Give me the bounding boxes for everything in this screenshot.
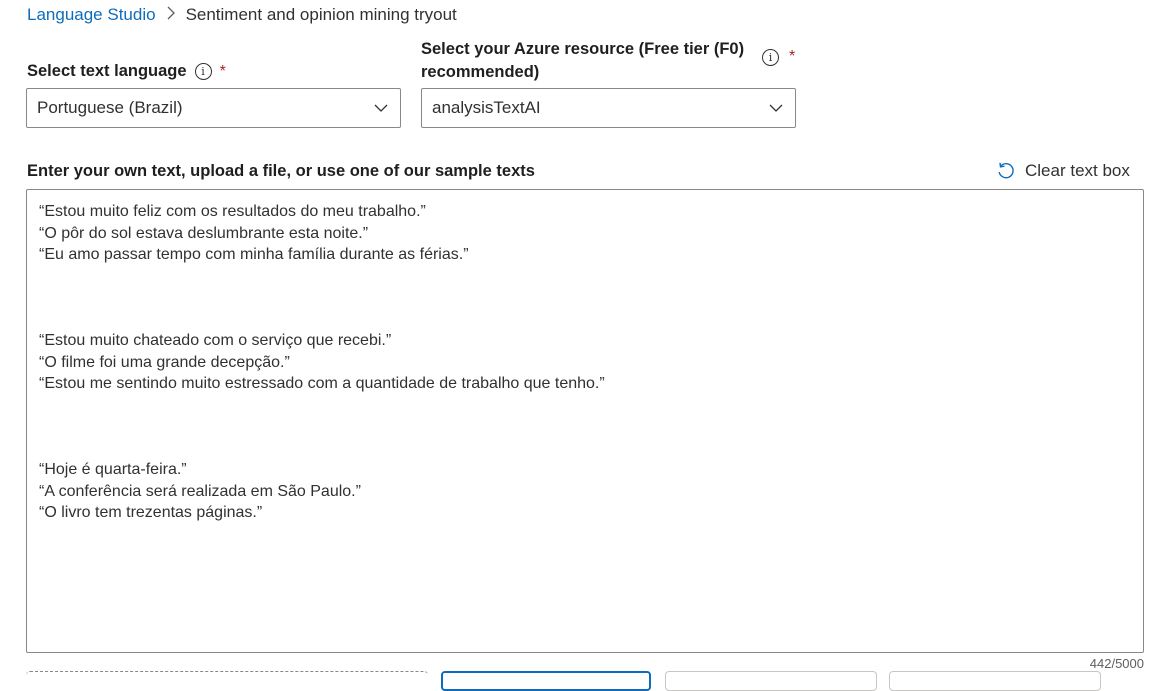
clear-text-box-button[interactable]: Clear text box bbox=[996, 161, 1130, 181]
chevron-right-icon bbox=[166, 6, 176, 24]
breadcrumb: Language Studio Sentiment and opinion mi… bbox=[27, 5, 457, 25]
upload-file-button[interactable] bbox=[26, 671, 428, 691]
resource-label: Select your Azure resource (Free tier (F… bbox=[421, 38, 744, 84]
clear-text-box-label: Clear text box bbox=[1025, 161, 1130, 180]
text-input-label: Enter your own text, upload a file, or u… bbox=[27, 162, 535, 180]
language-label-row: Select text language i * bbox=[27, 60, 226, 83]
breadcrumb-language-studio-link[interactable]: Language Studio bbox=[27, 5, 156, 25]
required-marker: * bbox=[789, 48, 796, 65]
language-dropdown-value: Portuguese (Brazil) bbox=[37, 98, 183, 117]
info-icon[interactable]: i bbox=[762, 49, 779, 66]
language-dropdown[interactable]: Portuguese (Brazil) bbox=[26, 88, 401, 128]
character-counter: 442/5000 bbox=[1089, 656, 1144, 671]
text-input-area[interactable]: “Estou muito feliz com os resultados do … bbox=[26, 189, 1144, 653]
resource-label-line2: recommended) bbox=[421, 63, 540, 81]
chevron-down-icon bbox=[374, 104, 388, 112]
info-icon[interactable]: i bbox=[194, 63, 212, 80]
sample-text-button[interactable] bbox=[665, 671, 877, 691]
undo-icon bbox=[998, 162, 1014, 179]
resource-dropdown-value: analysisTextAI bbox=[432, 98, 541, 117]
resource-dropdown[interactable]: analysisTextAI bbox=[421, 88, 796, 128]
language-label: Select text language bbox=[27, 62, 187, 80]
sample-text-button[interactable] bbox=[889, 671, 1101, 691]
sample-text-button[interactable] bbox=[441, 671, 651, 691]
resource-label-line1: Select your Azure resource (Free tier (F… bbox=[421, 40, 745, 58]
chevron-down-icon bbox=[769, 104, 783, 112]
required-marker: * bbox=[219, 63, 226, 80]
breadcrumb-current: Sentiment and opinion mining tryout bbox=[185, 5, 457, 24]
